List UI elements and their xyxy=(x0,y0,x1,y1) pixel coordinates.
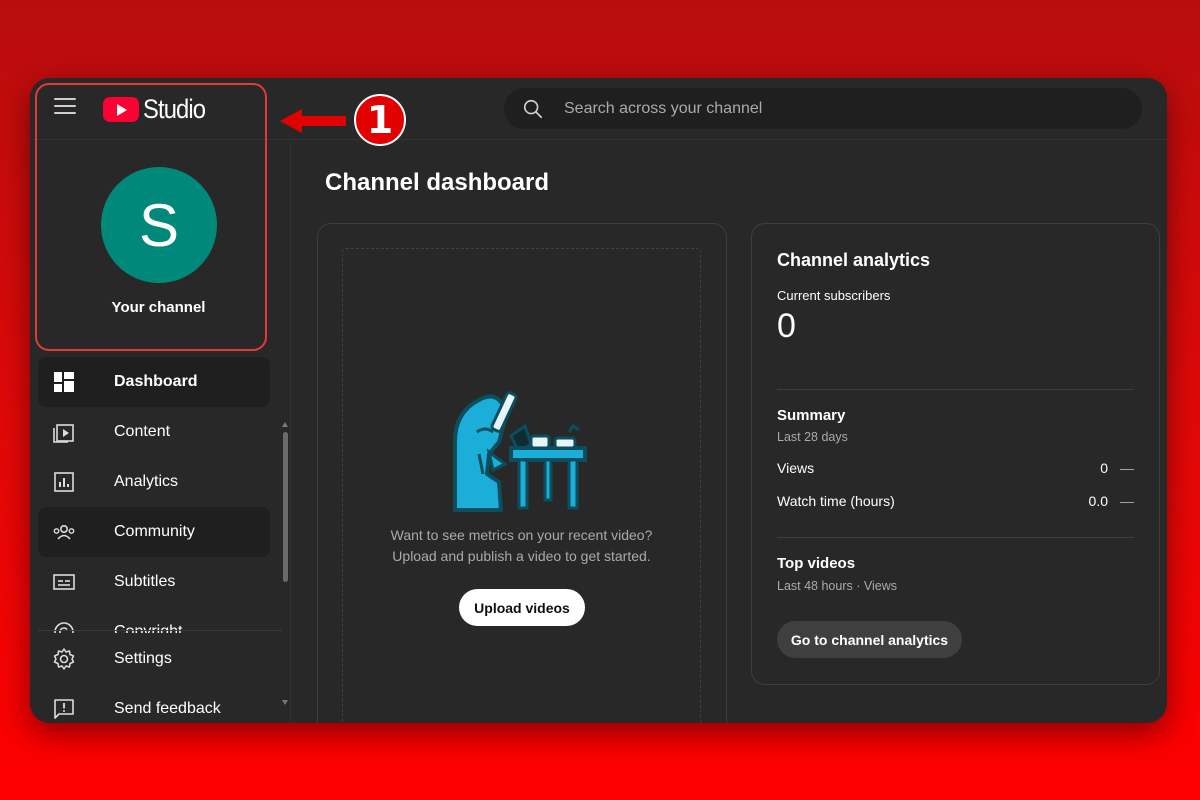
analytics-card-title: Channel analytics xyxy=(777,250,931,270)
logo-text: Studio xyxy=(143,93,206,124)
metric-row-views: Views 0 — xyxy=(777,460,1134,476)
sidebar-item-dashboard[interactable]: Dashboard xyxy=(38,357,270,407)
sidebar-item-analytics[interactable]: Analytics xyxy=(38,457,270,507)
sidebar-item-label: Subtitles xyxy=(114,573,176,590)
metric-value: 0 xyxy=(1100,460,1108,476)
metric-label: Views xyxy=(777,460,815,476)
sidebar-item-send-feedback[interactable]: Send feedback xyxy=(38,684,282,723)
upload-prompt: Want to see metrics on your recent video… xyxy=(343,525,700,567)
page-title: Channel dashboard xyxy=(325,169,550,196)
sidebar-item-label: Analytics xyxy=(114,473,179,490)
summary-title: Summary xyxy=(777,407,846,424)
sidebar-nav: Dashboard Content Analytics Community Su… xyxy=(38,357,270,633)
sidebar-item-label: Content xyxy=(114,423,171,440)
sidebar: S Your channel Dashboard Content Analyti… xyxy=(30,141,291,723)
youtube-play-icon xyxy=(103,96,139,122)
community-icon xyxy=(52,520,76,544)
studio-logo[interactable]: Studio xyxy=(103,94,214,124)
upload-prompt-line1: Want to see metrics on your recent video… xyxy=(390,527,653,543)
sidebar-item-subtitles[interactable]: Subtitles xyxy=(38,557,270,607)
analytics-icon xyxy=(52,470,76,494)
gear-icon xyxy=(52,647,76,671)
top-videos-title: Top videos xyxy=(777,555,856,572)
sidebar-item-label: Dashboard xyxy=(114,373,198,390)
go-to-channel-analytics-button[interactable]: Go to channel analytics xyxy=(777,621,962,658)
main-content: Channel dashboard Want to see metrics on… xyxy=(292,141,1167,723)
divider xyxy=(777,389,1134,390)
subtitles-icon xyxy=(52,570,76,594)
search-icon xyxy=(523,99,543,118)
metric-value: 0.0 xyxy=(1088,493,1108,509)
sidebar-item-content[interactable]: Content xyxy=(38,407,270,457)
upload-card: Want to see metrics on your recent video… xyxy=(317,223,727,723)
content-icon xyxy=(52,420,76,444)
hamburger-menu-icon[interactable] xyxy=(54,98,76,118)
subscribers-label: Current subscribers xyxy=(777,288,891,303)
feedback-icon xyxy=(52,697,76,721)
your-channel-label[interactable]: Your channel xyxy=(30,299,287,316)
sidebar-bottom-nav: Settings Send feedback xyxy=(38,630,282,723)
avatar[interactable]: S xyxy=(101,167,217,283)
metric-label: Watch time (hours) xyxy=(777,493,895,509)
scientist-illustration-icon xyxy=(453,391,587,512)
top-bar: Studio xyxy=(30,78,1167,140)
summary-period: Last 28 days xyxy=(777,430,848,444)
upload-videos-button[interactable]: Upload videos xyxy=(459,589,585,626)
channel-analytics-card: Channel analytics Current subscribers 0 … xyxy=(751,223,1160,685)
studio-window: Studio S Your channel Dashboard xyxy=(30,78,1167,723)
metric-trend: — xyxy=(1120,460,1134,476)
scroll-up-arrow[interactable] xyxy=(282,422,288,427)
divider xyxy=(777,537,1134,538)
sidebar-item-label: Settings xyxy=(114,650,172,667)
upload-placeholder-area: Want to see metrics on your recent video… xyxy=(342,248,701,723)
subscribers-count: 0 xyxy=(777,307,796,345)
sidebar-item-label: Send feedback xyxy=(114,700,221,717)
metric-trend: — xyxy=(1120,493,1134,509)
sidebar-scrollbar[interactable] xyxy=(283,432,288,582)
sidebar-item-label: Community xyxy=(114,523,195,540)
search-input[interactable] xyxy=(564,99,1104,118)
sidebar-item-community[interactable]: Community xyxy=(38,507,270,557)
top-videos-period: Last 48 hours · Views xyxy=(777,579,897,593)
dashboard-icon xyxy=(52,370,76,394)
pointer-arrow-icon xyxy=(280,109,346,133)
avatar-letter: S xyxy=(138,191,180,259)
metric-row-watch-time: Watch time (hours) 0.0 — xyxy=(777,493,1134,509)
upload-prompt-line2: Upload and publish a video to get starte… xyxy=(392,548,651,564)
step-number-badge: 1 xyxy=(354,94,406,146)
search-bar[interactable] xyxy=(504,88,1142,129)
sidebar-item-settings[interactable]: Settings xyxy=(38,634,282,684)
scroll-down-arrow[interactable] xyxy=(282,700,288,705)
